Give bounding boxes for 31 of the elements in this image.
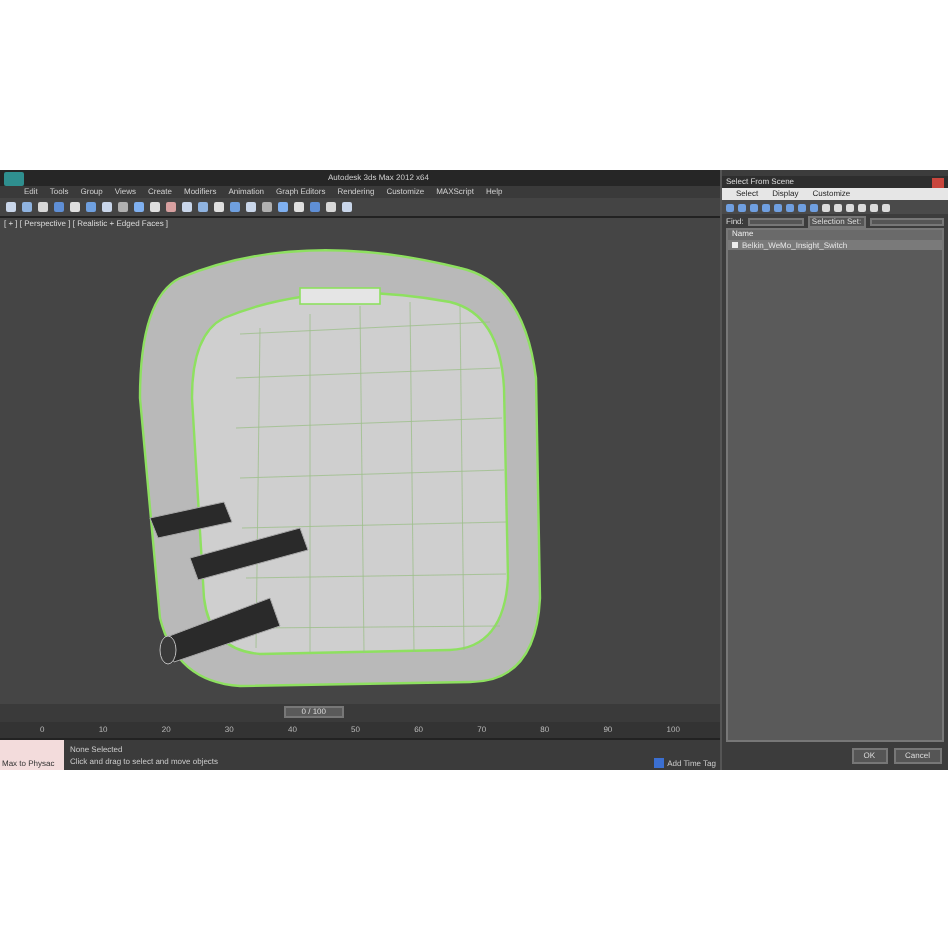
find-field[interactable] — [747, 217, 804, 225]
key-icon[interactable] — [653, 758, 664, 768]
toolbar-square-icon[interactable] — [726, 203, 734, 211]
toolbar-square-icon[interactable] — [786, 203, 794, 211]
toolbar-square-icon[interactable] — [774, 203, 782, 211]
close-icon[interactable] — [932, 177, 944, 187]
app-logo-icon[interactable] — [4, 171, 24, 185]
toolbar-square-icon[interactable] — [798, 203, 806, 211]
toolbar-square-icon[interactable] — [810, 203, 818, 211]
toolbar-square-icon[interactable] — [6, 202, 16, 212]
toolbar-square-icon[interactable] — [294, 202, 304, 212]
toolbar-square-icon[interactable] — [150, 202, 160, 212]
toolbar-square-icon[interactable] — [102, 202, 112, 212]
toolbar-square-icon[interactable] — [858, 203, 866, 211]
toolbar-square-icon[interactable] — [70, 202, 80, 212]
toolbar-square-icon[interactable] — [870, 203, 878, 211]
toolbar-square-icon[interactable] — [214, 202, 224, 212]
toolbar-square-icon[interactable] — [326, 202, 336, 212]
toolbar-square-icon[interactable] — [246, 202, 256, 212]
toolbar-square-icon[interactable] — [750, 203, 758, 211]
toolbar-square-icon[interactable] — [834, 203, 842, 211]
toolbar-square-icon[interactable] — [38, 202, 48, 212]
toolbar-square-icon[interactable] — [762, 203, 770, 211]
toolbar-square-icon[interactable] — [738, 203, 746, 211]
toolbar-square-icon[interactable] — [882, 203, 890, 211]
toolbar-square-icon[interactable] — [342, 202, 352, 212]
toolbar-square-icon[interactable] — [846, 203, 854, 211]
toolbar-square-icon[interactable] — [182, 202, 192, 212]
selection-set-field[interactable] — [869, 217, 944, 225]
toolbar-square-icon[interactable] — [822, 203, 830, 211]
object-icon — [732, 242, 738, 248]
